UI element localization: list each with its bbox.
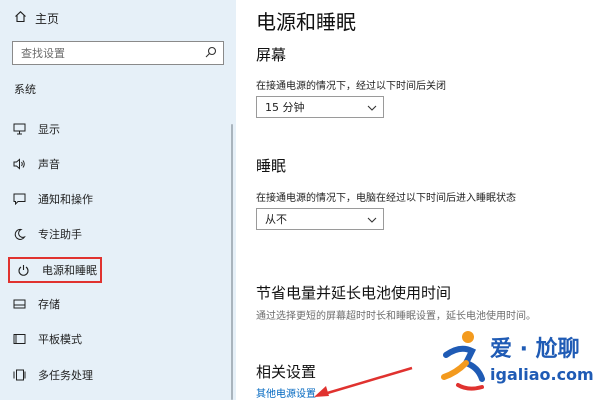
sleep-timeout-value: 从不 — [265, 213, 287, 226]
home-link[interactable]: 主页 — [14, 9, 59, 27]
notification-icon — [12, 192, 26, 206]
power-icon — [16, 263, 30, 277]
sidebar-item-power-sleep[interactable]: 电源和睡眠 — [8, 257, 102, 283]
sidebar-item-tablet-mode[interactable]: 平板模式 — [12, 328, 222, 350]
sidebar-item-display[interactable]: 显示 — [12, 118, 222, 140]
sidebar-item-label: 通知和操作 — [38, 193, 93, 206]
sidebar-item-storage[interactable]: 存储 — [12, 293, 222, 315]
sleep-heading: 睡眠 — [256, 157, 287, 175]
sleep-timeout-dropdown[interactable]: 从不 — [256, 208, 384, 230]
sidebar-item-focus-assist[interactable]: 专注助手 — [12, 223, 222, 245]
sidebar-item-sound[interactable]: 声音 — [12, 153, 222, 175]
additional-power-settings-link[interactable]: 其他电源设置 — [256, 385, 316, 400]
battery-heading: 节省电量并延长电池使用时间 — [256, 284, 452, 302]
section-label-system: 系统 — [14, 83, 36, 96]
tablet-icon — [12, 332, 26, 346]
search-placeholder: 查找设置 — [21, 47, 65, 60]
watermark-brand-text: 爱 · 尬聊 — [490, 337, 580, 362]
sidebar-item-label: 声音 — [38, 158, 60, 171]
sidebar-item-label: 专注助手 — [38, 228, 82, 241]
search-input[interactable]: 查找设置 — [12, 41, 224, 65]
storage-icon — [12, 297, 26, 311]
sidebar-item-notifications[interactable]: 通知和操作 — [12, 188, 222, 210]
sidebar-item-label: 电源和睡眠 — [42, 264, 97, 277]
sidebar-item-label: 平板模式 — [38, 333, 82, 346]
multitask-icon — [12, 368, 26, 382]
home-icon — [14, 10, 27, 26]
screen-heading: 屏幕 — [256, 46, 287, 64]
search-icon[interactable] — [205, 46, 217, 61]
speaker-icon — [12, 157, 26, 171]
moon-icon — [12, 227, 26, 241]
battery-description: 通过选择更短的屏幕超时时长和睡眠设置，延长电池使用时间。 — [256, 311, 536, 322]
screen-description: 在接通电源的情况下，经过以下时间后关闭 — [256, 81, 446, 92]
runner-logo-icon — [441, 331, 485, 391]
sidebar-item-multitasking[interactable]: 多任务处理 — [12, 364, 222, 386]
screen-timeout-dropdown[interactable]: 15 分钟 — [256, 96, 384, 118]
sidebar-item-label: 多任务处理 — [38, 369, 93, 382]
chevron-down-icon — [367, 213, 377, 226]
related-settings-heading: 相关设置 — [256, 363, 317, 381]
monitor-icon — [12, 122, 26, 136]
sleep-description: 在接通电源的情况下，电脑在经过以下时间后进入睡眠状态 — [256, 193, 516, 204]
sidebar: 主页 查找设置 系统 显示 声音 通知和操作 专注助手 电源和睡眠 存储 平板模… — [0, 0, 236, 400]
watermark-logo: 爱 · 尬聊 igaliao.com — [438, 325, 600, 400]
sidebar-item-label: 显示 — [38, 123, 60, 136]
screen-timeout-value: 15 分钟 — [265, 101, 305, 114]
sidebar-scrollbar[interactable] — [231, 124, 233, 400]
sidebar-item-label: 存储 — [38, 298, 60, 311]
watermark-url-text: igaliao.com — [490, 365, 594, 384]
chevron-down-icon — [367, 101, 377, 114]
annotation-arrow-icon — [314, 366, 413, 397]
page-title: 电源和睡眠 — [256, 10, 356, 34]
home-label: 主页 — [35, 11, 60, 26]
